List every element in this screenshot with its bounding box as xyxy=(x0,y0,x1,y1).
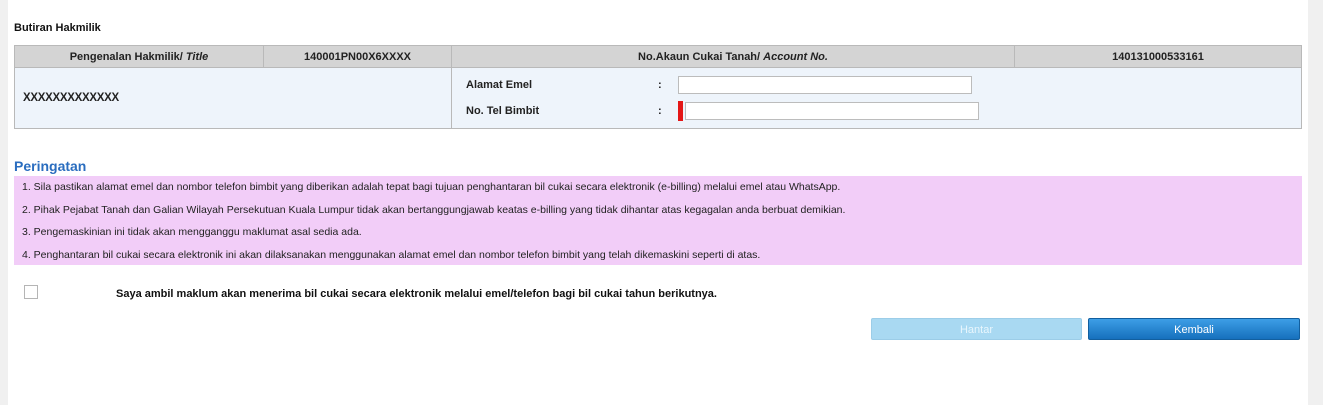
title-id-label: Pengenalan Hakmilik/ xyxy=(69,50,183,63)
email-label: Alamat Emel xyxy=(466,79,533,91)
phone-colon: : xyxy=(658,105,662,117)
account-no-header: No.Akaun Cukai Tanah/ Account No. xyxy=(451,45,1015,68)
email-row: Alamat Emel : xyxy=(452,72,1301,98)
phone-row: No. Tel Bimbit : xyxy=(452,98,1301,124)
owner-name: XXXXXXXXXXXXX xyxy=(23,92,119,104)
warning-item-2: 2. Pihak Pejabat Tanah dan Galian Wilaya… xyxy=(22,204,846,216)
agreement-checkbox[interactable] xyxy=(24,285,38,299)
warning-item-3: 3. Pengemaskinian ini tidak akan menggan… xyxy=(22,226,362,238)
account-no-value: 140131000533161 xyxy=(1014,45,1302,68)
warning-item-1: 1. Sila pastikan alamat emel dan nombor … xyxy=(22,181,841,193)
account-no-label: No.Akaun Cukai Tanah/ xyxy=(638,50,761,63)
table-body-row: XXXXXXXXXXXXX Alamat Emel : No. Tel Bimb… xyxy=(14,67,1302,129)
owner-cell: XXXXXXXXXXXXX xyxy=(14,67,452,129)
title-id-label-en: Title xyxy=(185,50,209,63)
phone-label: No. Tel Bimbit xyxy=(466,105,540,117)
warning-item-4: 4. Penghantaran bil cukai secara elektro… xyxy=(22,249,761,261)
required-marker xyxy=(678,101,683,121)
section-title: Butiran Hakmilik xyxy=(14,22,101,34)
warning-title: Peringatan xyxy=(14,158,87,174)
title-id-header: Pengenalan Hakmilik/ Title xyxy=(14,45,264,68)
title-details-table: Pengenalan Hakmilik/ Title 140001PN00X6X… xyxy=(14,45,1302,129)
table-header-row: Pengenalan Hakmilik/ Title 140001PN00X6X… xyxy=(14,45,1302,68)
contact-form-cell: Alamat Emel : No. Tel Bimbit : xyxy=(451,67,1302,129)
agreement-text: Saya ambil maklum akan menerima bil cuka… xyxy=(116,288,717,300)
email-colon: : xyxy=(658,79,662,91)
back-button[interactable]: Kembali xyxy=(1088,318,1300,340)
warning-box: 1. Sila pastikan alamat emel dan nombor … xyxy=(14,176,1302,265)
email-field[interactable] xyxy=(678,76,972,94)
title-id-value: 140001PN00X6XXXX xyxy=(263,45,452,68)
page: Butiran Hakmilik Pengenalan Hakmilik/ Ti… xyxy=(8,0,1308,405)
phone-field[interactable] xyxy=(685,102,979,120)
account-no-label-en: Account No. xyxy=(763,50,828,63)
submit-button[interactable]: Hantar xyxy=(871,318,1082,340)
phone-field-wrap xyxy=(678,101,979,121)
